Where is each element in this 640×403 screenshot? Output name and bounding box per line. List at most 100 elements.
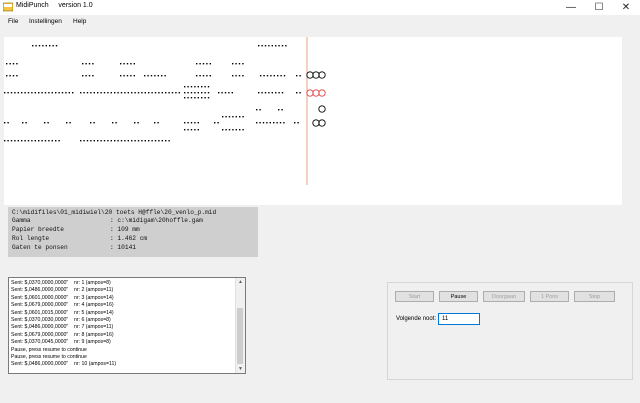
punch-hole <box>100 140 102 142</box>
punch-hole <box>55 140 57 142</box>
punch-hole <box>34 140 36 142</box>
punch-hole <box>151 92 153 94</box>
maximize-icon: ☐ <box>594 2 604 13</box>
close-button[interactable]: ✕ <box>613 0 639 15</box>
punch-hole <box>202 75 205 77</box>
punch-hole <box>127 92 129 94</box>
punch-hole <box>206 75 208 77</box>
punch-ring <box>306 89 314 97</box>
minimize-button[interactable]: — <box>558 0 584 15</box>
info-row-gaten: Gaten te ponsen: 10141 <box>12 244 136 251</box>
volgende-noot-input[interactable]: 11 <box>438 313 480 325</box>
punch-hole <box>144 75 146 77</box>
log-scroll-thumb[interactable] <box>237 308 243 364</box>
punch-hole <box>44 92 47 94</box>
punch-hole <box>86 92 89 94</box>
punch-hole <box>4 140 6 142</box>
punch-hole <box>154 75 156 77</box>
punch-hole <box>168 140 170 142</box>
punch-hole <box>232 75 234 77</box>
log-scrollbar[interactable]: ▲ ▼ <box>235 278 245 373</box>
punch-hole <box>80 140 82 142</box>
stop-button[interactable]: Stop <box>574 291 615 302</box>
punch-hole <box>66 122 68 124</box>
punch-hole <box>268 92 270 94</box>
punch-hole <box>264 45 267 47</box>
punch-hole <box>194 97 196 99</box>
punch-hole <box>175 92 177 94</box>
punch-hole <box>194 86 196 88</box>
info-panel: C:\midifiles\01_midiwiel\20 toets H@ffle… <box>8 207 258 257</box>
punch-hole <box>207 97 210 99</box>
punch-hole <box>17 140 19 142</box>
punch-hole <box>232 129 234 131</box>
punch-hole <box>148 92 150 94</box>
punch-hole <box>190 86 193 88</box>
menu-help[interactable]: Help <box>73 18 86 25</box>
log-box[interactable]: Sent: $,0370,0000,0000" nr: 1 (ampos=8) … <box>8 277 246 374</box>
punch-hole <box>137 122 139 124</box>
log-line: Sent: $,0486,0000,0000" nr: 7 (ampos=11) <box>11 324 114 331</box>
punch-hole <box>256 122 258 124</box>
punch-hole <box>197 122 199 124</box>
punch-hole <box>296 75 298 77</box>
punch-hole <box>260 75 262 77</box>
start-button[interactable]: Start <box>395 291 434 302</box>
punch-hole <box>178 92 180 94</box>
punch-hole <box>235 116 237 118</box>
punch-hole <box>225 116 227 118</box>
punch-hole <box>184 122 186 124</box>
log-line: Sent: $,0679,0000,0000" nr: 4 (ampos=16) <box>11 302 114 309</box>
punch-hole <box>103 140 106 142</box>
close-icon: ✕ <box>621 2 631 13</box>
punch-hole <box>55 92 57 94</box>
een-pons-button[interactable]: 1 Pons <box>530 291 569 302</box>
punch-ring <box>318 71 326 79</box>
punch-hole <box>123 75 125 77</box>
punch-hole <box>120 92 123 94</box>
punch-hole <box>9 75 11 77</box>
punch-hole <box>197 129 199 131</box>
volgende-noot-label: Volgende noot: <box>396 316 437 322</box>
punch-hole <box>239 129 241 131</box>
punch-hole <box>242 63 244 65</box>
menu-file[interactable]: File <box>8 18 18 25</box>
pause-button[interactable]: Pause <box>439 291 478 302</box>
punch-hole <box>32 45 34 47</box>
punch-hole <box>278 109 280 111</box>
punch-hole <box>133 63 135 65</box>
punch-hole <box>120 140 123 142</box>
punch-hole <box>164 75 166 77</box>
punch-hole <box>86 140 89 142</box>
punch-hole <box>296 92 298 94</box>
scroll-down-icon[interactable]: ▼ <box>236 365 245 373</box>
doorgaan-button[interactable]: Doorgaan <box>483 291 525 302</box>
minimize-icon: — <box>566 2 576 13</box>
scroll-up-icon[interactable]: ▲ <box>236 278 245 286</box>
punch-hole <box>190 97 193 99</box>
punch-hole <box>281 92 284 94</box>
punch-hole <box>7 92 9 94</box>
punch-hole <box>266 122 268 124</box>
punch-hole <box>47 122 49 124</box>
punch-hole <box>85 63 87 65</box>
punch-hole <box>207 86 210 88</box>
menu-instellingen[interactable]: Instellingen <box>29 18 62 25</box>
control-panel: Start Pause Doorgaan 1 Pons Stop Volgend… <box>387 282 633 380</box>
piano-roll-view[interactable] <box>4 37 622 205</box>
window-horizontal-scrollbar[interactable] <box>0 392 626 402</box>
punch-hole <box>49 45 51 47</box>
punch-hole <box>154 122 156 124</box>
punch-hole <box>6 75 8 77</box>
punch-hole <box>190 122 193 124</box>
punch-hole <box>80 92 82 94</box>
punch-hole <box>44 140 47 142</box>
punch-hole <box>58 140 60 142</box>
roll-vertical-scrollbar[interactable] <box>626 37 636 205</box>
punch-hole <box>238 75 241 77</box>
punch-hole <box>276 122 278 124</box>
punch-hole <box>165 92 167 94</box>
punch-hole <box>221 92 223 94</box>
maximize-button[interactable]: ☐ <box>586 0 612 15</box>
punch-hole <box>184 97 186 99</box>
